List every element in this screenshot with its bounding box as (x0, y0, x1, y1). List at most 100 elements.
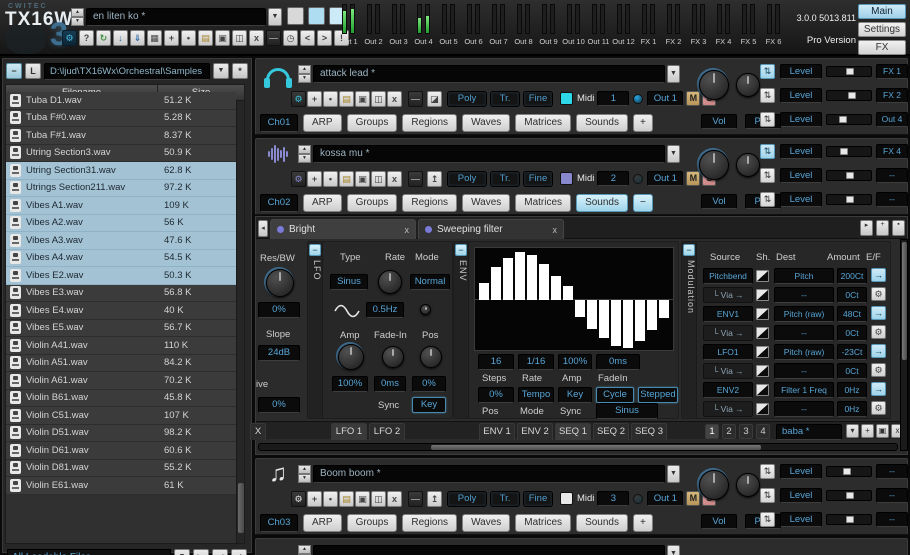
mod-ef-icon[interactable]: → (871, 344, 886, 358)
collapse-modulation-button[interactable]: − (683, 244, 695, 256)
lfo-fade-knob[interactable] (382, 346, 404, 368)
mod-source-select[interactable]: Pitchbend (703, 268, 753, 284)
mode-tr-button[interactable]: Tr. (490, 491, 520, 507)
tab-seq2[interactable]: SEQ 2 (593, 423, 629, 440)
tab-waves[interactable]: Waves (462, 514, 510, 532)
channel-color-swatch[interactable] (560, 492, 573, 505)
gear-icon[interactable]: ⚙ (291, 91, 306, 107)
file-list-scrollbar[interactable] (236, 101, 244, 543)
send-level-slider[interactable] (826, 66, 872, 77)
mod-shape-button[interactable] (756, 327, 769, 339)
mod-page-2[interactable]: 2 (722, 424, 736, 439)
mod-source-select[interactable]: ENV1 (703, 306, 753, 322)
open-folder-icon[interactable]: ▤ (339, 171, 354, 187)
program-spinner[interactable]: ▲▼ (298, 545, 311, 555)
seq-stepped-button[interactable]: Stepped (638, 387, 678, 403)
program-name-field[interactable]: attack lead * (313, 65, 665, 83)
mode-poly-button[interactable]: Poly (447, 491, 487, 507)
new-icon[interactable]: • (323, 491, 338, 507)
send-level-slider[interactable] (826, 90, 872, 101)
mod-shape-button[interactable] (756, 403, 769, 415)
new-icon[interactable]: • (181, 30, 196, 46)
file-row[interactable]: Violin D51.wav98.2 K (6, 425, 236, 443)
send-dest-select[interactable]: -- (876, 464, 908, 479)
step-bar[interactable] (611, 300, 621, 346)
tab-arp[interactable]: ARP (303, 194, 342, 212)
lfo-phase-mini-knob[interactable] (420, 304, 431, 315)
mod-dest-select[interactable]: Filter 1 Freq (774, 382, 834, 398)
tab-close-icon[interactable]: x (405, 225, 410, 235)
program-dropdown-icon[interactable]: ▼ (667, 465, 680, 483)
tab-groups[interactable]: Groups (347, 514, 398, 532)
program-name-field[interactable]: kossa mu * (313, 145, 665, 163)
tab-regions[interactable]: Regions (402, 114, 457, 132)
res-bw-value[interactable]: 0% (258, 302, 300, 318)
send-level-slider[interactable] (826, 466, 872, 477)
step-bar[interactable] (515, 252, 525, 300)
output-select[interactable]: Out 1 (647, 91, 683, 106)
mod-dest-select[interactable]: Pitch (774, 268, 834, 284)
file-row[interactable]: Vibes E2.wav50.3 K (6, 267, 236, 285)
tab-sounds[interactable]: Sounds (576, 514, 628, 532)
mute-button[interactable]: M (686, 91, 700, 106)
seq-fadein-value[interactable]: 0ms (596, 354, 640, 370)
mod-gear-icon[interactable]: ⚙ (871, 287, 886, 301)
lfo-amp-knob[interactable] (338, 344, 364, 370)
tab-regions[interactable]: Regions (402, 514, 457, 532)
mod-amount-field[interactable]: -23Ct (837, 344, 867, 360)
tab-close-icon[interactable]: x (553, 225, 558, 235)
volume-knob[interactable] (699, 470, 729, 500)
file-row[interactable]: Utring Section31.wav62.8 K (6, 162, 236, 180)
performance-dropdown-icon[interactable]: ▼ (268, 8, 282, 26)
tab-[interactable]: − (633, 194, 653, 212)
slider-thumb[interactable] (840, 148, 848, 155)
send-level-button[interactable]: Level (780, 168, 822, 183)
send-level-button[interactable]: Level (780, 192, 822, 207)
tab-seq1[interactable]: SEQ 1 (555, 423, 591, 440)
tab-arp[interactable]: ARP (303, 514, 342, 532)
play-preview-icon[interactable]: ▶ (193, 549, 209, 555)
tab-sounds[interactable]: Sounds (576, 194, 628, 212)
send-meter-icon[interactable]: ⇅ (760, 64, 775, 79)
file-row[interactable]: Vibes A1.wav109 K (6, 197, 236, 215)
mod-gear-icon[interactable]: ⚙ (871, 325, 886, 339)
file-row[interactable]: Vibes A3.wav47.6 K (6, 232, 236, 250)
tab-groups[interactable]: Groups (347, 114, 398, 132)
send-level-slider[interactable] (826, 514, 872, 525)
trash-icon[interactable]: ▦ (147, 30, 162, 46)
send-dest-select[interactable]: -- (876, 192, 908, 207)
slider-thumb[interactable] (843, 468, 851, 475)
editor-hscrollbar[interactable] (258, 443, 898, 451)
mod-shape-button[interactable] (756, 384, 769, 396)
tab-matrices[interactable]: Matrices (515, 514, 571, 532)
volume-knob[interactable] (699, 150, 729, 180)
add-icon[interactable]: + (164, 30, 179, 46)
send-meter-icon[interactable]: ⇅ (760, 488, 775, 503)
next-icon[interactable]: > (317, 30, 332, 46)
seq-shape-select[interactable]: Sinus (596, 403, 658, 419)
open-folder-icon[interactable]: ▤ (339, 91, 354, 107)
editor-vscrollbar[interactable] (900, 239, 908, 451)
open-folder-icon[interactable]: ▤ (198, 30, 213, 46)
send-meter-icon[interactable]: ⇅ (760, 144, 775, 159)
display-mode-icon[interactable]: ↥ (427, 171, 442, 187)
mod-amount-field[interactable]: 200Ct (837, 268, 867, 284)
file-row[interactable]: Violin D61.wav60.6 K (6, 442, 236, 460)
slider-thumb[interactable] (846, 516, 854, 523)
lfo-sync-value[interactable]: Key (412, 397, 446, 413)
slider-thumb[interactable] (846, 492, 854, 499)
tab-regions[interactable]: Regions (402, 194, 457, 212)
send-level-button[interactable]: Level (780, 512, 822, 527)
mode-fine-button[interactable]: Fine (523, 171, 553, 187)
slope-value[interactable]: 24dB (258, 345, 300, 361)
path-dropdown-icon[interactable]: ▼ (213, 63, 229, 79)
matrix-dropdown-icon[interactable]: ▾ (846, 424, 859, 438)
editor-tab-bright[interactable]: Brightx (270, 219, 416, 239)
mode-fine-button[interactable]: Fine (523, 491, 553, 507)
file-row[interactable]: Violin C51.wav107 K (6, 407, 236, 425)
file-row[interactable]: Vibes A4.wav54.5 K (6, 250, 236, 268)
file-row[interactable]: Violin A51.wav84.2 K (6, 355, 236, 373)
tab-[interactable]: + (633, 114, 653, 132)
save-icon[interactable]: ▣ (215, 30, 230, 46)
slider-thumb[interactable] (839, 116, 847, 123)
